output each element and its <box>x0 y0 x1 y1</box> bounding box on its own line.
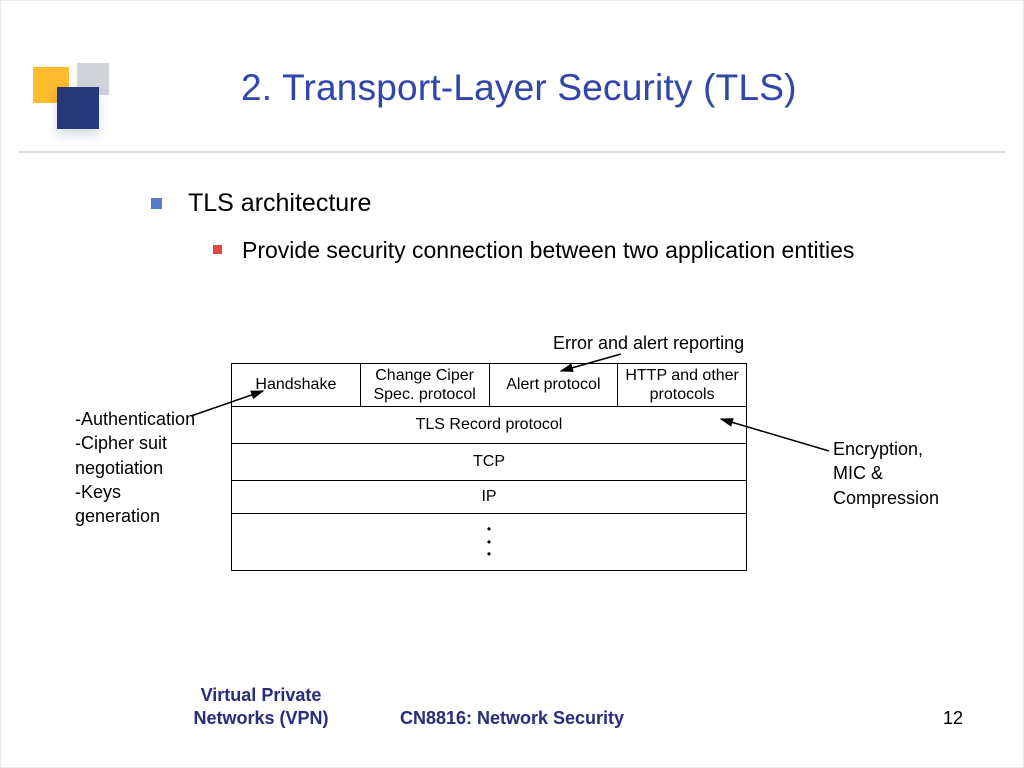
diagram-row-record: TLS Record protocol <box>231 406 747 443</box>
diagram-row-ip: IP <box>231 480 747 513</box>
diagram-row-lower: ••• <box>231 513 747 571</box>
footer-page: 12 <box>943 708 963 729</box>
bullet1-text: TLS architecture <box>188 187 371 221</box>
anno-line: Encryption, <box>833 437 993 461</box>
anno-line: -Cipher suit <box>75 431 235 455</box>
bullet-list: TLS architecture Provide security connec… <box>151 187 963 266</box>
annotation-handshake: -Authentication -Cipher suit negotiation… <box>75 407 235 528</box>
bullet-square-icon <box>213 245 222 254</box>
bullet-square-icon <box>151 198 162 209</box>
cell-change-cipher: Change Ciper Spec. protocol <box>361 363 490 406</box>
slide-title: 2. Transport-Layer Security (TLS) <box>241 67 797 109</box>
annotation-alert: Error and alert reporting <box>553 331 744 355</box>
annotation-record: Encryption, MIC & Compression <box>833 437 993 510</box>
slide-ornament-icon <box>33 63 113 143</box>
anno-line: -Authentication <box>75 407 235 431</box>
anno-line: Compression <box>833 486 993 510</box>
bullet-level1: TLS architecture <box>151 187 963 221</box>
title-underline <box>19 151 1005 153</box>
footer-center: CN8816: Network Security <box>1 708 1023 729</box>
cell-handshake: Handshake <box>232 363 361 406</box>
anno-line: negotiation <box>75 456 235 480</box>
cell-record: TLS Record protocol <box>232 406 747 443</box>
anno-line: generation <box>75 504 235 528</box>
vertical-ellipsis-icon: ••• <box>487 524 491 560</box>
cell-http: HTTP and other protocols <box>618 363 747 406</box>
cell-ip: IP <box>232 480 747 513</box>
diagram-row-tcp: TCP <box>231 443 747 480</box>
cell-tcp: TCP <box>232 443 747 480</box>
cell-lower-layers: ••• <box>232 513 747 571</box>
tls-stack-diagram: Handshake Change Ciper Spec. protocol Al… <box>231 363 747 571</box>
cell-alert: Alert protocol <box>490 363 619 406</box>
diagram-row-top: Handshake Change Ciper Spec. protocol Al… <box>231 363 747 406</box>
anno-line: -Keys <box>75 480 235 504</box>
bullet2-text: Provide security connection between two … <box>242 235 854 266</box>
anno-line: MIC & <box>833 461 993 485</box>
bullet-level2: Provide security connection between two … <box>213 235 963 266</box>
